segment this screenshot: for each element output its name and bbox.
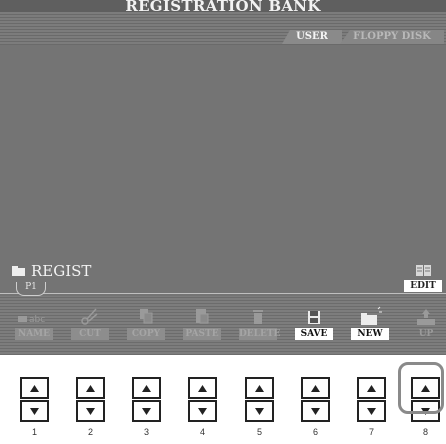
paste-label: PASTE bbox=[183, 328, 221, 340]
down-arrow-icon bbox=[142, 408, 151, 415]
folder-icon bbox=[12, 266, 25, 276]
edit-button[interactable]: EDIT bbox=[404, 264, 442, 294]
name-icon: abc bbox=[15, 305, 53, 327]
hardware-button-7: 7 bbox=[357, 377, 386, 437]
delete-label: DELETE bbox=[239, 328, 281, 340]
lcd-screen: REGISTRATION BANK USER FLOPPY DISK REGIS… bbox=[0, 0, 446, 355]
cut-label: CUT bbox=[71, 328, 109, 340]
up-arrow-icon bbox=[311, 385, 320, 392]
down-arrow-icon bbox=[30, 408, 39, 415]
hardware-button-3: 3 bbox=[132, 377, 161, 437]
up-arrow-icon bbox=[198, 385, 207, 392]
new-folder-icon bbox=[351, 305, 389, 327]
button-number: 4 bbox=[199, 427, 205, 437]
up-arrow-button[interactable] bbox=[20, 377, 49, 399]
down-arrow-icon bbox=[255, 408, 264, 415]
button-number: 6 bbox=[312, 427, 318, 437]
hardware-button-2: 2 bbox=[76, 377, 105, 437]
up-arrow-icon bbox=[86, 385, 95, 392]
down-arrow-button[interactable] bbox=[357, 400, 386, 422]
button-number: 5 bbox=[256, 427, 262, 437]
copy-label: COPY bbox=[127, 328, 165, 340]
button-number: 8 bbox=[422, 427, 428, 437]
page-tab-row: P1 bbox=[0, 282, 446, 296]
hardware-button-1: 1 bbox=[20, 377, 49, 437]
down-arrow-icon bbox=[311, 408, 320, 415]
up-arrow-button[interactable] bbox=[245, 377, 274, 399]
book-icon bbox=[416, 265, 431, 276]
tab-floppy-disk[interactable]: FLOPPY DISK bbox=[340, 30, 444, 44]
tab-user[interactable]: USER bbox=[282, 30, 342, 44]
down-arrow-icon bbox=[367, 408, 376, 415]
down-arrow-button[interactable] bbox=[20, 400, 49, 422]
up-label: UP bbox=[418, 329, 434, 339]
save-label: SAVE bbox=[295, 328, 333, 340]
edit-label: EDIT bbox=[404, 280, 442, 292]
divider bbox=[0, 293, 446, 294]
copy-icon bbox=[127, 305, 165, 327]
up-arrow-icon bbox=[142, 385, 151, 392]
svg-text:abc: abc bbox=[29, 315, 45, 325]
hardware-button-5: 5 bbox=[245, 377, 274, 437]
down-arrow-button[interactable] bbox=[301, 400, 330, 422]
highlight-ring bbox=[398, 362, 444, 414]
new-label: NEW bbox=[351, 328, 389, 340]
hardware-button-6: 6 bbox=[301, 377, 330, 437]
folder-label: REGIST bbox=[31, 262, 92, 280]
down-arrow-icon bbox=[86, 408, 95, 415]
up-arrow-icon bbox=[367, 385, 376, 392]
down-arrow-button[interactable] bbox=[76, 400, 105, 422]
up-folder-icon bbox=[407, 305, 445, 327]
paste-icon bbox=[183, 305, 221, 327]
new-button[interactable]: NEW bbox=[351, 305, 389, 341]
down-arrow-button[interactable] bbox=[245, 400, 274, 422]
up-arrow-icon bbox=[255, 385, 264, 392]
trash-icon bbox=[239, 305, 277, 327]
down-arrow-button[interactable] bbox=[132, 400, 161, 422]
button-number: 3 bbox=[143, 427, 149, 437]
up-arrow-button[interactable] bbox=[132, 377, 161, 399]
copy-button[interactable]: COPY bbox=[127, 305, 165, 341]
page-tab-p1[interactable]: P1 bbox=[16, 282, 46, 296]
button-number: 1 bbox=[31, 427, 37, 437]
button-number: 7 bbox=[368, 427, 374, 437]
folder-item-regist[interactable]: REGIST bbox=[12, 262, 91, 280]
delete-button[interactable]: DELETE bbox=[239, 305, 281, 341]
button-number: 2 bbox=[87, 427, 93, 437]
up-button[interactable]: UP bbox=[407, 305, 445, 341]
file-list-area bbox=[0, 45, 446, 275]
hardware-button-4: 4 bbox=[188, 377, 217, 437]
up-arrow-button[interactable] bbox=[76, 377, 105, 399]
up-arrow-button[interactable] bbox=[357, 377, 386, 399]
name-label: NAME bbox=[15, 328, 53, 340]
up-arrow-icon bbox=[30, 385, 39, 392]
name-button[interactable]: abc NAME bbox=[15, 305, 53, 341]
up-arrow-button[interactable] bbox=[188, 377, 217, 399]
cut-button[interactable]: CUT bbox=[71, 305, 109, 341]
down-arrow-icon bbox=[198, 408, 207, 415]
paste-button[interactable]: PASTE bbox=[183, 305, 221, 341]
up-arrow-button[interactable] bbox=[301, 377, 330, 399]
floppy-icon bbox=[295, 305, 333, 327]
title-bar: REGISTRATION BANK bbox=[0, 0, 446, 15]
save-button[interactable]: SAVE bbox=[295, 305, 333, 341]
scissors-icon bbox=[71, 305, 109, 327]
down-arrow-button[interactable] bbox=[188, 400, 217, 422]
